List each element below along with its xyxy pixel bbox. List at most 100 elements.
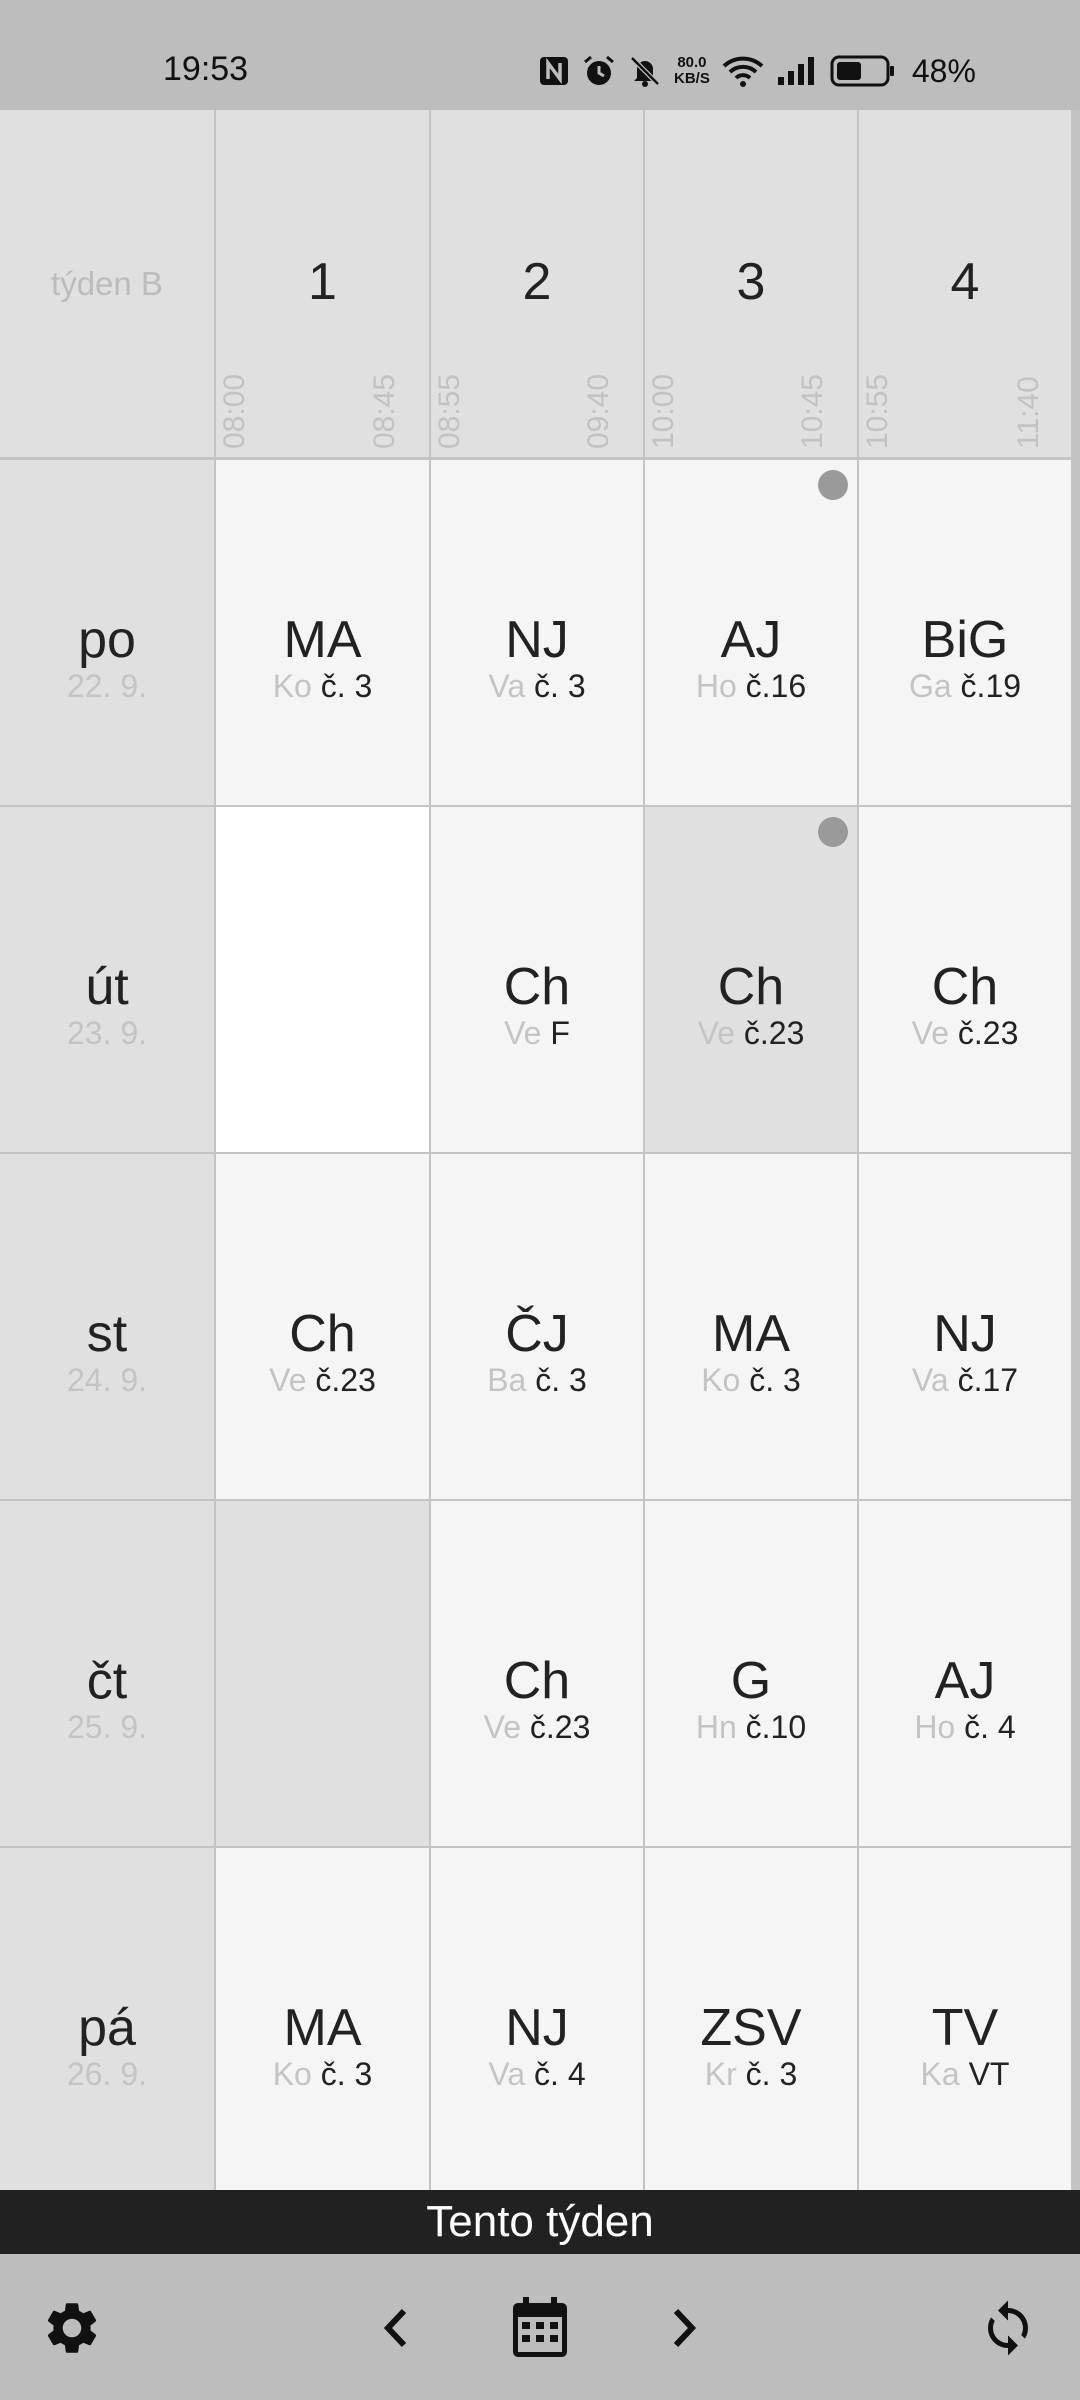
lesson-cell[interactable]: NJ Va č.17: [859, 1154, 1071, 1499]
lesson-cell[interactable]: ČJ Ba č. 3: [431, 1154, 643, 1499]
period-number: 1: [308, 253, 337, 311]
lesson-subject: TV: [931, 1999, 999, 2057]
lesson-teacher: Ve: [504, 1015, 542, 1051]
lesson-cell[interactable]: MA Ko č. 3: [645, 1154, 857, 1499]
lesson-room: č.23: [957, 1015, 1019, 1051]
lesson-cell[interactable]: NJ Va č. 3: [431, 460, 643, 805]
lesson-info: Ka VT: [859, 2056, 1071, 2093]
net-speed-value: 80.0: [677, 54, 707, 71]
lesson-room: č.19: [960, 668, 1022, 704]
day-name: čt: [86, 1652, 128, 1710]
day-header-3: čt 25. 9.: [0, 1501, 214, 1846]
lesson-teacher: Ka: [920, 2056, 960, 2092]
lesson-room: č. 3: [320, 668, 373, 704]
empty-slot[interactable]: [216, 807, 429, 1152]
day-name: út: [85, 958, 129, 1016]
lesson-cell[interactable]: G Hn č.10: [645, 1501, 857, 1846]
change-indicator-dot: [818, 470, 848, 500]
lesson-teacher: Ve: [269, 1362, 307, 1398]
chevron-left-icon: [383, 2308, 407, 2348]
lesson-cell[interactable]: Ch Ve F: [431, 807, 643, 1152]
signal-icon: [777, 57, 814, 85]
lesson-subject: NJ: [505, 1999, 569, 2057]
lesson-cell[interactable]: Ch Ve č.23: [859, 807, 1071, 1152]
period-header-3: 3 10:00 10:45: [645, 110, 857, 457]
day-header-2: st 24. 9.: [0, 1154, 214, 1499]
lesson-cell[interactable]: Ch Ve č.23: [431, 1501, 643, 1846]
lesson-info: Va č.17: [859, 1362, 1071, 1399]
chevron-right-icon: [673, 2308, 697, 2348]
change-indicator-dot: [818, 817, 848, 847]
lesson-info: Ve F: [431, 1015, 643, 1052]
lesson-subject: BiG: [921, 611, 1009, 669]
lesson-subject: Ch: [503, 1652, 571, 1710]
calendar-icon: [513, 2297, 567, 2357]
lesson-room: č.16: [745, 668, 807, 704]
lesson-subject: NJ: [505, 611, 569, 669]
lesson-cell[interactable]: AJ Ho č.16: [645, 460, 857, 805]
lesson-cell[interactable]: MA Ko č. 3: [216, 1848, 429, 2190]
lesson-teacher: Ve: [483, 1709, 521, 1745]
day-date: 24. 9.: [66, 1362, 148, 1398]
period-number: 4: [950, 253, 980, 311]
lesson-subject: Ch: [931, 958, 999, 1016]
wifi-icon: [722, 56, 764, 87]
lesson-room: č. 4: [964, 1709, 1016, 1745]
lesson-room: VT: [968, 2056, 1010, 2092]
lesson-cell[interactable]: Ch Ve č.23: [645, 807, 857, 1152]
lesson-cell[interactable]: AJ Ho č. 4: [859, 1501, 1071, 1846]
lesson-teacher: Ga: [908, 668, 952, 704]
gear-icon: [47, 2303, 97, 2353]
lesson-subject: MA: [283, 1999, 362, 2057]
lesson-subject: NJ: [933, 1305, 997, 1363]
net-speed: 80.0 KB/S: [674, 55, 710, 87]
lesson-info: Ho č.16: [645, 668, 857, 705]
lesson-teacher: Ko: [272, 668, 312, 704]
day-header-0: po 22. 9.: [0, 460, 214, 805]
previous-week-button[interactable]: [360, 2292, 432, 2364]
lesson-subject: Ch: [717, 958, 785, 1016]
day-name: st: [86, 1305, 128, 1363]
lesson-cell[interactable]: TV Ka VT: [859, 1848, 1071, 2190]
lesson-info: Ve č.23: [645, 1015, 857, 1052]
lesson-room: č.23: [529, 1709, 591, 1745]
settings-button[interactable]: [36, 2292, 108, 2364]
lesson-subject: ZSV: [700, 1999, 802, 2057]
current-week-label[interactable]: Tento týden: [0, 2190, 1080, 2254]
lesson-subject: MA: [283, 611, 362, 669]
lesson-room: č. 3: [745, 2056, 798, 2092]
status-time: 19:53: [163, 50, 249, 88]
week-type-label: týden B: [51, 265, 163, 302]
lesson-room: č.17: [957, 1362, 1019, 1398]
week-label-cell: týden B: [0, 110, 214, 457]
next-week-button[interactable]: [648, 2292, 720, 2364]
lesson-subject: AJ: [934, 1652, 996, 1710]
lesson-info: Va č. 4: [431, 2056, 643, 2093]
lesson-subject: Ch: [503, 958, 571, 1016]
lesson-cell[interactable]: ZSV Kr č. 3: [645, 1848, 857, 2190]
lesson-room: č.10: [745, 1709, 807, 1745]
day-date: 22. 9.: [66, 668, 148, 704]
lesson-info: Ho č. 4: [859, 1709, 1071, 1746]
day-date: 23. 9.: [66, 1015, 148, 1051]
net-speed-unit: KB/S: [674, 70, 710, 87]
lesson-cell[interactable]: BiG Ga č.19: [859, 460, 1071, 805]
empty-slot[interactable]: [216, 1501, 429, 1846]
sync-button[interactable]: [972, 2292, 1044, 2364]
lesson-teacher: Ko: [272, 2056, 312, 2092]
lesson-teacher: Ho: [695, 668, 737, 704]
period-start-time: 08:55: [433, 373, 466, 449]
period-number: 3: [736, 253, 766, 311]
lesson-cell[interactable]: MA Ko č. 3: [216, 460, 429, 805]
period-header-1: 1 08:00 08:45: [216, 110, 429, 457]
period-end-time: 09:40: [581, 373, 615, 449]
lesson-cell[interactable]: Ch Ve č.23: [216, 1154, 429, 1499]
lesson-info: Ve č.23: [431, 1709, 643, 1746]
period-end-time: 08:45: [367, 373, 401, 449]
mute-icon: [630, 56, 660, 87]
lesson-teacher: Ba: [487, 1362, 527, 1398]
calendar-button[interactable]: [504, 2292, 576, 2364]
lesson-subject: Ch: [289, 1305, 356, 1363]
lesson-cell[interactable]: NJ Va č. 4: [431, 1848, 643, 2190]
period-start-time: 10:00: [647, 373, 680, 449]
